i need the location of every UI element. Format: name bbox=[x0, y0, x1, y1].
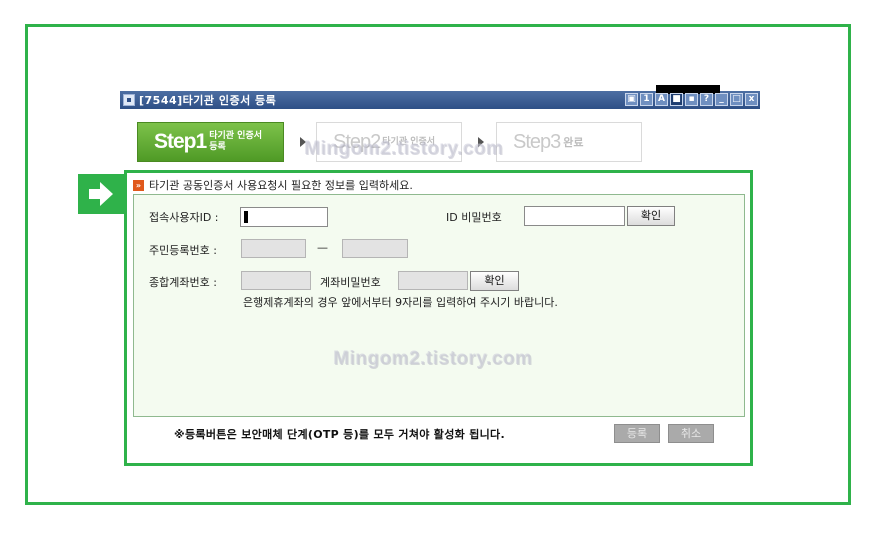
account-number-label: 종합계좌번호 : bbox=[149, 276, 217, 289]
window-title: [7544]타기관 인증서 등록 bbox=[139, 94, 277, 107]
maximize-icon[interactable]: □ bbox=[730, 93, 743, 106]
pin-icon[interactable]: ■ bbox=[670, 93, 683, 106]
user-id-label: 접속사용자ID : bbox=[149, 211, 219, 224]
step-1: Step1 타기관 인증서 등록 bbox=[137, 122, 284, 162]
watermark: Mingom2.tistory.com bbox=[333, 348, 533, 369]
id-confirm-button[interactable]: 확인 bbox=[627, 206, 675, 226]
copy-icon[interactable]: ▣ bbox=[625, 93, 638, 106]
resident-number-front-input[interactable] bbox=[241, 239, 306, 258]
step-1-desc-line1: 타기관 인증서 bbox=[209, 131, 263, 141]
account-password-label: 계좌비밀번호 bbox=[320, 276, 381, 289]
help-icon[interactable]: ? bbox=[700, 93, 713, 106]
arrow-marker bbox=[78, 174, 124, 214]
minimize-icon[interactable]: _ bbox=[715, 93, 728, 106]
register-button[interactable]: 등록 bbox=[614, 424, 660, 443]
step-1-desc-line2: 등록 bbox=[209, 142, 226, 152]
resident-number-back-input[interactable] bbox=[342, 239, 408, 258]
resident-separator: — bbox=[317, 241, 328, 254]
id-password-label: ID 비밀번호 bbox=[446, 211, 502, 224]
step-3-label: Step3 bbox=[513, 130, 561, 153]
user-id-input[interactable] bbox=[240, 207, 328, 227]
instruction-text: 타기관 공동인증서 사용요청시 필요한 정보를 입력하세요. bbox=[149, 179, 413, 192]
right-arrow-icon bbox=[89, 182, 113, 206]
step-3-desc: 완료 bbox=[563, 136, 584, 149]
account-hint: 은행제휴계좌의 경우 앞에서부터 9자리를 입력하여 주시기 바랍니다. bbox=[243, 296, 558, 309]
cancel-button[interactable]: 취소 bbox=[668, 424, 714, 443]
account-password-input[interactable] bbox=[398, 271, 468, 290]
one-icon[interactable]: 1 bbox=[640, 93, 653, 106]
form-instruction: » 타기관 공동인증서 사용요청시 필요한 정보를 입력하세요. bbox=[133, 177, 413, 193]
app-icon bbox=[123, 94, 135, 106]
watermark: Mingom2.tistory.com bbox=[304, 138, 504, 159]
account-number-input[interactable] bbox=[241, 271, 311, 290]
step-1-label: Step1 bbox=[154, 130, 207, 153]
close-icon[interactable]: x bbox=[745, 93, 758, 106]
resident-number-label: 주민등록번호 : bbox=[149, 244, 217, 257]
step-3: Step3 완료 bbox=[496, 122, 642, 162]
double-chevron-icon: » bbox=[133, 179, 144, 191]
id-password-input[interactable] bbox=[524, 206, 625, 226]
account-confirm-button[interactable]: 확인 bbox=[470, 271, 519, 291]
link-icon[interactable]: ▪ bbox=[685, 93, 698, 106]
window-titlebar: [7544]타기관 인증서 등록 ▣ 1 A ■ ▪ ? _ □ x bbox=[120, 85, 760, 109]
activation-notice: ※등록버튼은 보안매체 단계(OTP 등)를 모두 거쳐야 활성화 됩니다. bbox=[174, 428, 505, 441]
font-icon[interactable]: A bbox=[655, 93, 668, 106]
